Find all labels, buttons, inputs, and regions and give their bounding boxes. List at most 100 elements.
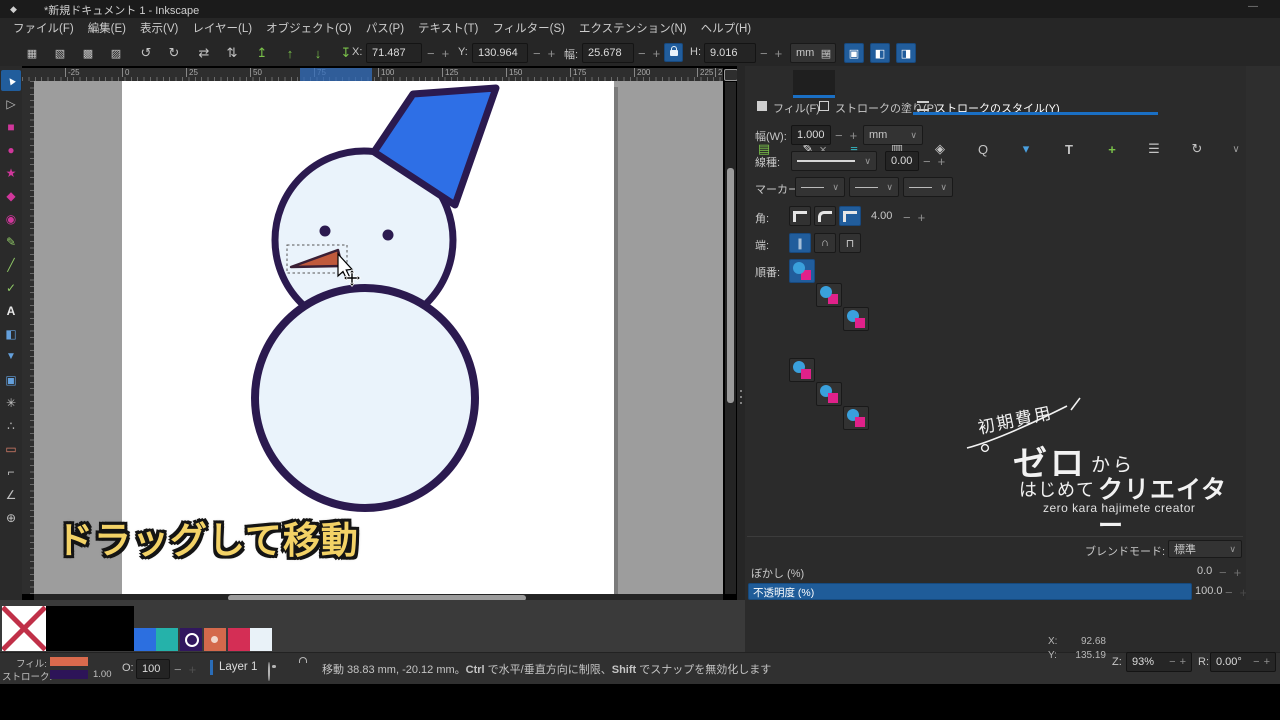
move-clips-toggle[interactable]: ◨ xyxy=(896,43,916,63)
star-tool-button[interactable]: ★ xyxy=(1,162,21,183)
palette-swatch-blue[interactable] xyxy=(134,628,156,651)
align-tab-icon[interactable]: + xyxy=(1099,139,1125,159)
zoom-field[interactable]: 93% − + xyxy=(1126,652,1192,672)
select-touch-icon[interactable]: ▨ xyxy=(106,44,126,62)
rotate-cw-icon[interactable]: ↻ xyxy=(164,44,184,62)
snowman-left-eye[interactable] xyxy=(319,225,331,237)
palette-swatch-red[interactable] xyxy=(228,628,250,651)
flip-vertical-icon[interactable]: ⇅ xyxy=(222,44,242,62)
miter-limit-stepper[interactable]: − + xyxy=(903,207,925,227)
raise-icon[interactable]: ↑ xyxy=(280,44,300,62)
canvas-viewport[interactable]: ドラッグして移動 xyxy=(34,81,723,594)
x-input[interactable]: 71.487 xyxy=(366,43,422,63)
menu-edit[interactable]: 編集(E) xyxy=(81,18,133,40)
order-markers-fill-stroke-button[interactable] xyxy=(816,382,842,406)
vertical-scrollbar[interactable] xyxy=(725,82,736,594)
miter-limit-value[interactable]: 4.00 xyxy=(871,210,892,222)
horizontal-ruler[interactable]: -25 0 25 50 75 100 125 150 175 200 225 2… xyxy=(22,68,723,81)
selector-tool-button[interactable]: ▲ xyxy=(1,70,21,91)
height-stepper[interactable]: − + xyxy=(760,43,782,63)
dash-offset-input[interactable]: 0.00 xyxy=(885,151,919,171)
marker-mid-dropdown[interactable]: ∨ xyxy=(849,177,899,197)
cap-square-button[interactable]: ⊓ xyxy=(839,233,861,253)
history-tab-icon[interactable]: ↻ xyxy=(1184,139,1210,159)
menu-object[interactable]: オブジェクト(O) xyxy=(259,18,359,40)
rotation-field[interactable]: 0.00° − + xyxy=(1210,652,1276,672)
fill-indicator-swatch[interactable] xyxy=(50,657,88,666)
dash-pattern-dropdown[interactable]: ∨ xyxy=(791,151,877,171)
palette-swatch-black-1[interactable] xyxy=(46,606,90,651)
palette-swatch-none[interactable] xyxy=(2,606,46,651)
opacity-stepper[interactable]: − + xyxy=(1225,582,1247,602)
object-opacity-stepper[interactable]: − + xyxy=(174,659,196,679)
dropper-tab-icon[interactable]: ▾ xyxy=(1013,139,1039,159)
y-stepper[interactable]: − + xyxy=(533,43,555,63)
blend-mode-dropdown[interactable]: 標準 ∨ xyxy=(1168,540,1242,558)
raise-to-top-icon[interactable]: ↥ xyxy=(252,44,272,62)
select-all-icon[interactable]: ▦ xyxy=(22,44,42,62)
dropper-tool-button[interactable]: ▼ xyxy=(1,346,21,367)
y-input[interactable]: 130.964 xyxy=(472,43,528,63)
pencil-tool-button[interactable]: ✎ xyxy=(1,231,21,252)
blur-stepper[interactable]: − + xyxy=(1219,562,1241,582)
join-bevel-button[interactable] xyxy=(839,206,861,226)
width-stepper[interactable]: − + xyxy=(638,43,660,63)
stroke-width-unit-dropdown[interactable]: mm ∨ xyxy=(863,125,923,145)
move-patterns-toggle[interactable]: ◧ xyxy=(870,43,890,63)
export-tab-icon[interactable]: ☰ xyxy=(1141,139,1167,159)
menu-view[interactable]: 表示(V) xyxy=(133,18,185,40)
stroke-indicator-swatch[interactable] xyxy=(50,670,88,679)
spiral-tool-button[interactable]: ◉ xyxy=(1,208,21,229)
select-all-layers-icon[interactable]: ▧ xyxy=(50,44,70,62)
panel-resize-handle[interactable] xyxy=(737,66,745,600)
vertical-scrollbar-thumb[interactable] xyxy=(727,168,734,403)
stroke-width-stepper[interactable]: − + xyxy=(835,125,857,145)
ellipse-tool-button[interactable]: ● xyxy=(1,139,21,160)
palette-swatch-purple[interactable] xyxy=(180,628,202,651)
dash-offset-stepper[interactable]: − + xyxy=(923,151,945,171)
minimize-button[interactable]: — xyxy=(1248,1,1258,12)
move-gradients-toggle[interactable]: ▣ xyxy=(844,43,864,63)
palette-swatch-teal[interactable] xyxy=(156,628,178,651)
text-tool-button[interactable]: A xyxy=(1,300,21,321)
rectangle-tool-button[interactable]: ■ xyxy=(1,116,21,137)
tab-fill[interactable]: フィル(F) xyxy=(773,100,820,116)
lock-ratio-button[interactable] xyxy=(664,43,683,62)
width-input[interactable]: 25.678 xyxy=(582,43,634,63)
flip-horizontal-icon[interactable]: ⇄ xyxy=(194,44,214,62)
lower-icon[interactable]: ↓ xyxy=(308,44,328,62)
cap-round-button[interactable]: ∩ xyxy=(814,233,836,253)
stroke-width-input[interactable]: 1.000 xyxy=(791,125,831,145)
menu-layer[interactable]: レイヤー(L) xyxy=(185,18,259,40)
measure-tool-button[interactable]: ∠ xyxy=(1,484,21,505)
join-miter-button[interactable] xyxy=(789,206,811,226)
palette-swatch-white[interactable] xyxy=(250,628,272,651)
order-fill-stroke-markers-button[interactable] xyxy=(789,259,815,283)
spray-tool-button[interactable]: ∴ xyxy=(1,415,21,436)
marker-start-dropdown[interactable]: ∨ xyxy=(795,177,845,197)
menu-file[interactable]: ファイル(F) xyxy=(6,18,81,40)
cap-butt-button[interactable]: ∥ xyxy=(789,233,811,253)
menu-path[interactable]: パス(P) xyxy=(359,18,411,40)
layer-visibility-icon[interactable] xyxy=(268,662,270,681)
menu-extensions[interactable]: エクステンション(N) xyxy=(572,18,694,40)
join-round-button[interactable] xyxy=(814,206,836,226)
menu-help[interactable]: ヘルプ(H) xyxy=(694,18,758,40)
opacity-slider[interactable]: 不透明度 (%) xyxy=(748,583,1192,600)
order-stroke-fill-markers-button[interactable] xyxy=(843,307,869,331)
text-tab-icon[interactable]: T xyxy=(1056,139,1082,159)
box3d-tool-button[interactable]: ◆ xyxy=(1,185,21,206)
connector-tool-button[interactable]: ⌐ xyxy=(1,461,21,482)
object-opacity-input[interactable]: 100 xyxy=(136,659,170,679)
opacity-value[interactable]: 100.0 xyxy=(1195,585,1223,597)
fill-stroke-active-tab[interactable] xyxy=(793,70,835,98)
zoom-tool-button[interactable]: ⊕ xyxy=(1,507,21,528)
x-stepper[interactable]: − + xyxy=(427,43,449,63)
toolbar-separator-icon[interactable]: ▤ xyxy=(816,44,836,62)
pen-tool-button[interactable]: ╱ xyxy=(1,254,21,275)
current-layer-name[interactable]: Layer 1 xyxy=(219,661,257,673)
palette-swatch-black-2[interactable] xyxy=(90,606,134,651)
find-tab-icon[interactable]: Q xyxy=(970,139,996,159)
tweak-tool-button[interactable]: ✳ xyxy=(1,392,21,413)
palette-swatch-orange[interactable] xyxy=(204,628,226,651)
